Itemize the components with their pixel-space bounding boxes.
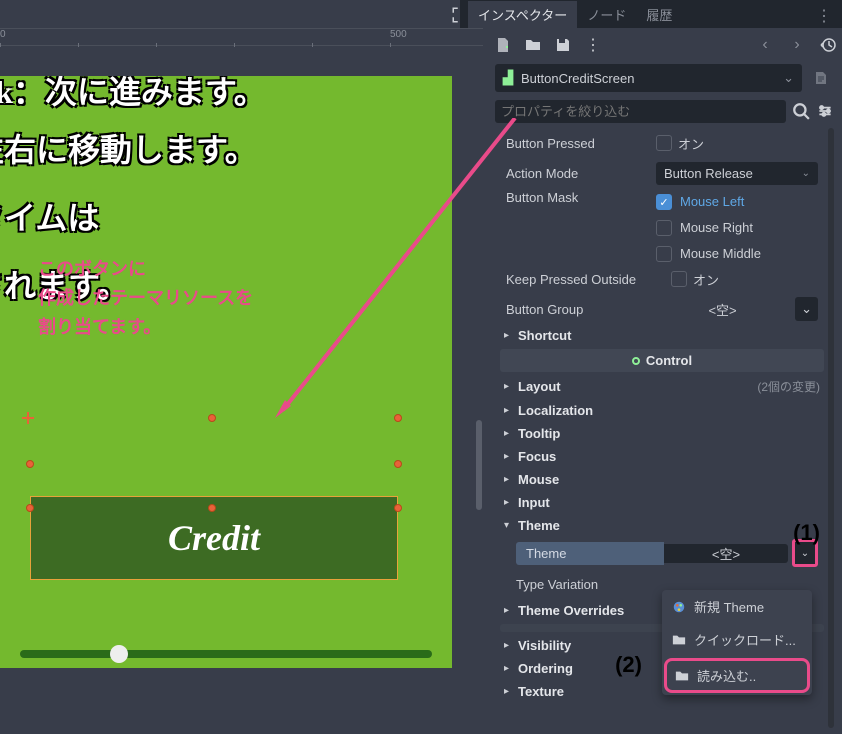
selection-handle[interactable] <box>394 504 402 512</box>
canvas-2d[interactable]: Click：次に進みます。 を左右に移動します。 のタイムは 示されます。 Cr… <box>0 76 452 668</box>
chevron-down-icon: ⌄ <box>783 70 794 86</box>
inspector-toolbar: ⋮ ‹ › <box>495 30 836 60</box>
group-control[interactable]: Control <box>500 349 824 372</box>
annotation-2: (2) <box>615 652 642 678</box>
section-focus[interactable]: ▸Focus <box>500 445 824 468</box>
slider-thumb[interactable] <box>110 645 128 663</box>
new-resource-icon[interactable] <box>495 37 511 53</box>
prop-keep-pressed: Keep Pressed Outside オン <box>500 264 824 294</box>
node-name: ButtonCreditScreen <box>521 71 634 86</box>
inspector-scrollbar[interactable] <box>828 128 834 728</box>
canvas-scrollbar[interactable] <box>476 420 482 510</box>
chevron-down-icon[interactable]: ⌄ <box>795 297 818 321</box>
history-forward-icon[interactable]: › <box>788 36 806 54</box>
resource-popup-menu: 新規 Theme クイックロード... 読み込む.. <box>662 590 812 695</box>
prop-button-group: Button Group <空>⌄ <box>500 294 824 324</box>
game-text-2: を左右に移動します。 <box>0 126 257 174</box>
selection-handle[interactable] <box>394 460 402 468</box>
open-icon[interactable] <box>525 37 541 53</box>
popup-quick-load[interactable]: クイックロード... <box>662 623 812 656</box>
tab-node[interactable]: ノード <box>577 1 636 28</box>
search-icon[interactable] <box>792 102 810 120</box>
selection-handle[interactable] <box>208 414 216 422</box>
section-mouse[interactable]: ▸Mouse <box>500 468 824 491</box>
checkbox-mouse-left[interactable] <box>656 194 672 210</box>
history-icon[interactable] <box>820 37 836 53</box>
selection-handle[interactable] <box>26 504 34 512</box>
section-layout[interactable]: ▸Layout(2個の変更) <box>500 374 824 399</box>
slider-track[interactable] <box>20 650 432 658</box>
save-icon[interactable] <box>555 37 571 53</box>
action-mode-dropdown[interactable]: Button Release⌄ <box>656 162 818 185</box>
chevron-down-icon: ⌄ <box>802 168 810 179</box>
section-theme[interactable]: ▾Theme <box>500 514 824 537</box>
viewport-panel: 0 500 Click：次に進みます。 を左右に移動します。 のタイムは 示され… <box>0 0 483 734</box>
checkbox[interactable] <box>671 271 687 287</box>
game-text-1: Click：次に進みます。 <box>0 76 266 116</box>
prop-theme: Theme <空> ⌄ <box>500 537 824 569</box>
kebab-menu-icon[interactable]: ⋮ <box>585 35 601 55</box>
filter-input[interactable] <box>495 100 786 123</box>
prop-button-pressed: Button Pressed オン <box>500 128 824 158</box>
selection-origin-icon <box>22 412 34 424</box>
selection-handle[interactable] <box>26 460 34 468</box>
control-icon <box>632 357 640 365</box>
checkbox-mouse-right[interactable] <box>656 220 672 236</box>
checkbox-mouse-middle[interactable] <box>656 246 672 262</box>
folder-icon <box>672 633 686 647</box>
popup-load[interactable]: 読み込む.. <box>664 658 810 693</box>
checkbox[interactable] <box>656 135 672 151</box>
theme-icon <box>672 600 686 614</box>
section-tooltip[interactable]: ▸Tooltip <box>500 422 824 445</box>
folder-icon <box>675 669 689 683</box>
tab-inspector[interactable]: インスペクター <box>468 1 577 28</box>
popup-new-theme[interactable]: 新規 Theme <box>662 590 812 623</box>
chevron-down-icon: ⌄ <box>801 548 809 559</box>
selection-handle[interactable] <box>208 504 216 512</box>
credit-button-label: Credit <box>168 517 260 559</box>
annotation-text: このボタンに 作成したテーマリソースを 割り当てます。 <box>38 255 253 341</box>
overflow-menu-icon[interactable]: ⋮ <box>816 6 832 26</box>
dock-tabs: インスペクター ノード 履歴 ⋮ <box>460 0 842 28</box>
selection-handle[interactable] <box>394 414 402 422</box>
annotation-1: (1) <box>793 520 820 546</box>
prop-button-mask: Button Mask Mouse Left Mouse Right Mouse… <box>500 188 824 264</box>
tab-history[interactable]: 履歴 <box>636 1 682 28</box>
prop-action-mode: Action Mode Button Release⌄ <box>500 158 824 188</box>
game-text-3: のタイムは <box>0 194 99 242</box>
open-docs-icon[interactable] <box>808 64 834 92</box>
settings-icon[interactable] <box>816 102 834 120</box>
filter-bar <box>495 98 834 124</box>
node-picker[interactable]: ▟ ButtonCreditScreen ⌄ <box>495 64 802 92</box>
history-back-icon[interactable]: ‹ <box>756 36 774 54</box>
node-type-icon: ▟ <box>503 70 513 86</box>
section-localization[interactable]: ▸Localization <box>500 399 824 422</box>
ruler-horizontal: 0 500 <box>0 28 483 46</box>
section-shortcut[interactable]: ▸Shortcut <box>500 324 824 347</box>
section-input[interactable]: ▸Input <box>500 491 824 514</box>
